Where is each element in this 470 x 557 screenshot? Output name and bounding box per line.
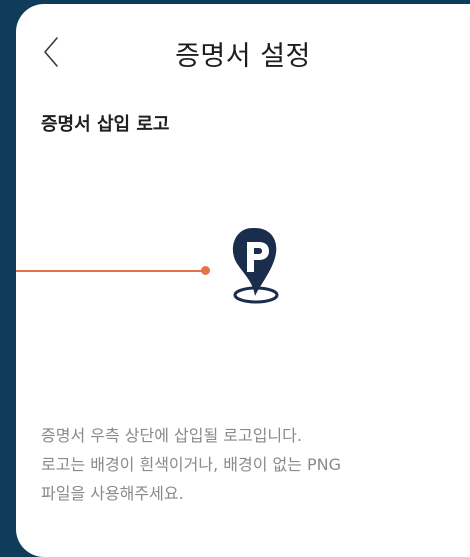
certificate-settings-card: 증명서 설정 증명서 삽입 로고 증명서 우측 상단에 삽입될 로고입니다. 로… [16,4,470,557]
location-pin-p-icon [232,228,279,304]
section-title-logo: 증명서 삽입 로고 [41,114,170,135]
connector-line [16,270,205,272]
description-line: 증명서 우측 상단에 삽입될 로고입니다. [41,426,302,445]
description-line: 파일을 사용해주세요. [41,484,184,503]
page-title: 증명서 설정 [175,41,311,72]
description-line: 로고는 배경이 흰색이거나, 배경이 없는 PNG [41,455,342,474]
logo-description: 증명서 우측 상단에 삽입될 로고입니다. 로고는 배경이 흰색이거나, 배경이… [41,421,441,508]
logo-upload-area[interactable] [216,222,288,308]
connector-dot [201,266,210,275]
header: 증명서 설정 [16,4,470,90]
